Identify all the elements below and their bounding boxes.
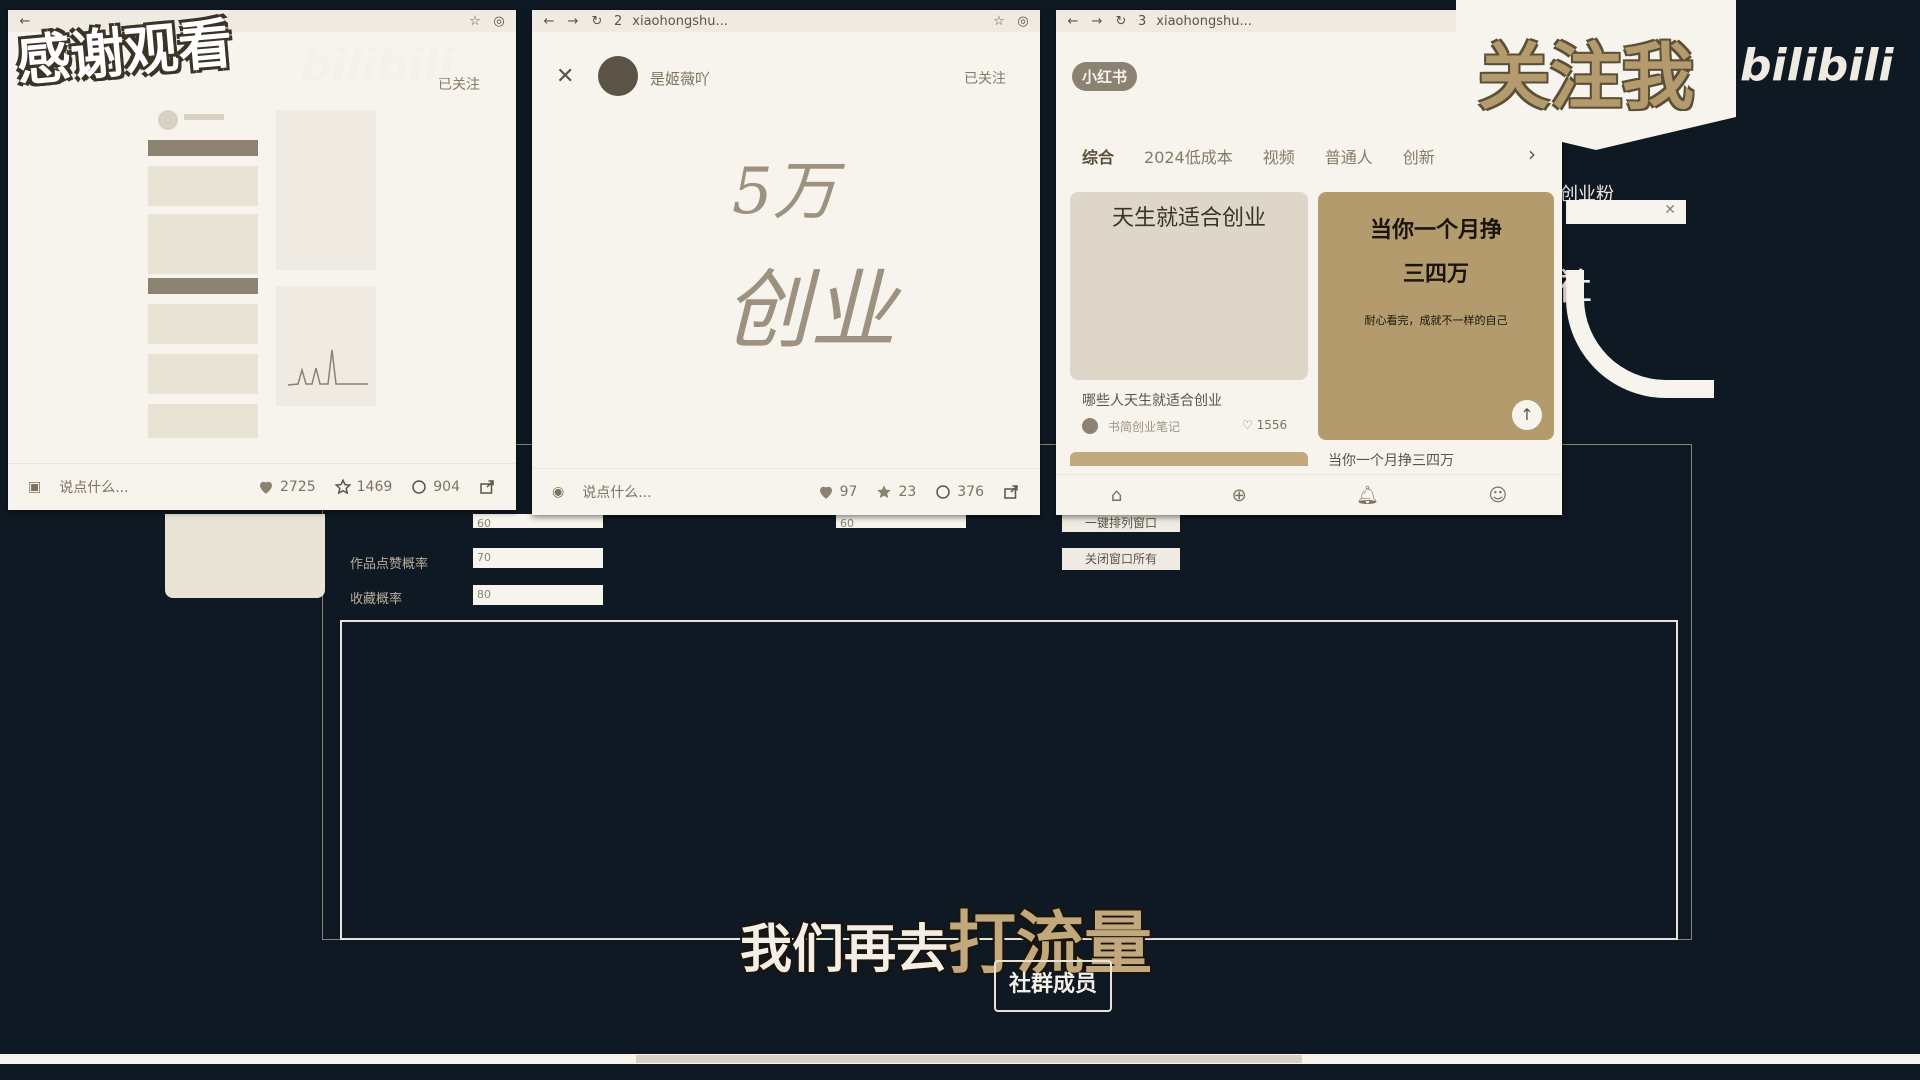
like-button[interactable]: 2725 xyxy=(257,478,316,496)
card-author[interactable]: 书简创业笔记 xyxy=(1108,418,1180,435)
comment-icon xyxy=(936,485,951,499)
tab-count: 3 xyxy=(1138,13,1147,29)
add-icon[interactable]: ⊕ xyxy=(1232,485,1247,506)
screenshot-thumbnail xyxy=(148,110,388,440)
user-avatar-icon: ◉ xyxy=(552,484,565,500)
background-app-widget xyxy=(165,514,325,598)
tab-low-cost[interactable]: 2024低成本 xyxy=(1144,144,1233,168)
scrollbar-thumb[interactable] xyxy=(636,1055,1302,1063)
decorative-arc xyxy=(1566,270,1714,398)
bottom-nav: ⌂ ⊕ 🔔︎ ☺ xyxy=(1056,474,1562,515)
rate-input-mid[interactable]: 60 xyxy=(836,514,966,530)
comment-icon xyxy=(412,480,427,494)
next-card-top xyxy=(1070,452,1308,466)
bilibili-logo: bilibili xyxy=(1740,40,1894,91)
like-rate-label: 作品点赞概率 xyxy=(350,557,429,572)
comment-count: 904 xyxy=(433,479,460,495)
star-icon[interactable]: ☆ xyxy=(992,14,1006,29)
tab-innovation[interactable]: 创新 xyxy=(1403,144,1435,168)
home-icon[interactable]: ⌂ xyxy=(1111,485,1122,506)
profile-icon[interactable]: ◎ xyxy=(1016,14,1030,29)
handwriting-line2: 创业 xyxy=(724,261,896,361)
star-icon[interactable]: ☆ xyxy=(468,14,482,29)
favorite-rate-label: 收藏概率 xyxy=(350,592,403,607)
reload-icon[interactable]: ↻ xyxy=(1114,14,1128,29)
star-button[interactable]: 1469 xyxy=(334,478,393,496)
browser-toolbar: ← → ↻ 2 xiaohongshu... ☆ ◎ xyxy=(532,10,1040,32)
comment-input[interactable]: 说点什么... xyxy=(582,482,798,502)
like-count: 2725 xyxy=(279,479,316,495)
note-card-1[interactable]: 天生就适合创业 xyxy=(1070,192,1308,380)
tab-count: 2 xyxy=(614,13,623,29)
group-member-badge: 社群成员 xyxy=(994,960,1112,1012)
star-outline-icon xyxy=(334,478,352,495)
comment-count: 376 xyxy=(957,484,984,500)
arrange-windows-button[interactable]: 一键排列窗口 xyxy=(1062,514,1180,532)
reload-icon[interactable]: ↻ xyxy=(590,14,604,29)
heart-icon xyxy=(819,486,832,499)
follow-me-text: 关注我 xyxy=(1478,35,1695,119)
subtitle-main: 我们再去 xyxy=(740,920,949,980)
note-footer: ◉ 说点什么... 97 23 376 xyxy=(532,468,1040,515)
sparkline-icon xyxy=(288,349,368,386)
bilibili-watermark-left: bilibili xyxy=(300,40,454,91)
scroll-top-icon[interactable]: ↑ xyxy=(1512,400,1542,430)
comment-button[interactable]: 904 xyxy=(410,478,460,496)
share-icon xyxy=(1004,485,1018,499)
forward-icon[interactable]: → xyxy=(1090,14,1104,29)
author-name[interactable]: 是姬薇吖 xyxy=(650,68,710,89)
profile-icon[interactable]: ◎ xyxy=(492,14,506,29)
favorite-rate-input[interactable]: 80 xyxy=(473,585,603,605)
card-headline: 天生就适合创业 xyxy=(1111,206,1266,231)
chevron-right-icon[interactable]: › xyxy=(1528,142,1536,166)
like-rate-input[interactable]: 70 xyxy=(473,548,603,568)
tab-all[interactable]: 综合 xyxy=(1082,144,1114,168)
close-icon[interactable]: ✕ xyxy=(1664,202,1676,218)
share-button[interactable] xyxy=(478,478,496,496)
avatar[interactable] xyxy=(598,56,638,96)
card-caption[interactable]: 哪些人天生就适合创业 xyxy=(1082,390,1222,410)
card-likes-count: 1556 xyxy=(1256,418,1288,432)
address-bar[interactable]: xiaohongshu... xyxy=(632,14,982,29)
heart-icon xyxy=(259,481,272,494)
star-button[interactable]: 23 xyxy=(875,483,916,501)
image-icon: ▣ xyxy=(28,479,42,495)
side-dialog: ✕ xyxy=(1566,200,1686,224)
like-button[interactable]: 97 xyxy=(817,483,858,501)
tab-ordinary[interactable]: 普通人 xyxy=(1325,144,1373,168)
xiaohongshu-logo[interactable]: 小红书 xyxy=(1072,62,1138,91)
note-footer: ▣ 说点什么... 2725 1469 904 xyxy=(8,463,516,510)
comment-input[interactable]: 说点什么... xyxy=(59,477,239,497)
close-icon[interactable]: ✕ xyxy=(556,64,574,89)
rate-input-1[interactable]: 60 xyxy=(473,514,603,530)
follow-status[interactable]: 已关注 xyxy=(964,68,1006,88)
comment-button[interactable]: 376 xyxy=(934,483,984,501)
share-icon xyxy=(480,480,494,494)
handwriting-line1: 5万 xyxy=(732,155,837,229)
search-tabs: 综合 2024低成本 视频 普通人 创新 xyxy=(1082,144,1435,168)
star-count: 1469 xyxy=(356,479,393,495)
close-all-windows-button[interactable]: 关闭窗口所有 xyxy=(1062,548,1180,570)
tab-video[interactable]: 视频 xyxy=(1263,144,1295,168)
card-headline-1: 当你一个月挣 xyxy=(1369,218,1502,243)
author-avatar[interactable] xyxy=(1082,418,1098,434)
forward-icon[interactable]: → xyxy=(566,14,580,29)
note-card-2[interactable]: 当你一个月挣 三四万 耐心看完，成就不一样的自己 ↑ xyxy=(1318,192,1554,440)
bell-icon[interactable]: 🔔︎ xyxy=(1356,485,1379,506)
back-icon[interactable]: ← xyxy=(1066,14,1080,29)
like-count: 97 xyxy=(839,484,858,500)
horizontal-scrollbar[interactable] xyxy=(0,1054,1920,1064)
user-icon[interactable]: ☺ xyxy=(1488,485,1507,506)
back-icon[interactable]: ← xyxy=(542,14,556,29)
star-count: 23 xyxy=(898,484,917,500)
browser-window-2: ← → ↻ 2 xiaohongshu... ☆ ◎ ✕ 是姬薇吖 已关注 5万… xyxy=(532,10,1040,515)
card-likes[interactable]: ♡ 1556 xyxy=(1242,418,1287,432)
card-subline: 耐心看完，成就不一样的自己 xyxy=(1364,314,1508,327)
share-button[interactable] xyxy=(1002,483,1020,501)
star-icon xyxy=(877,485,892,498)
card-caption-2[interactable]: 当你一个月挣三四万 xyxy=(1328,450,1454,470)
card-headline-2: 三四万 xyxy=(1402,262,1469,287)
